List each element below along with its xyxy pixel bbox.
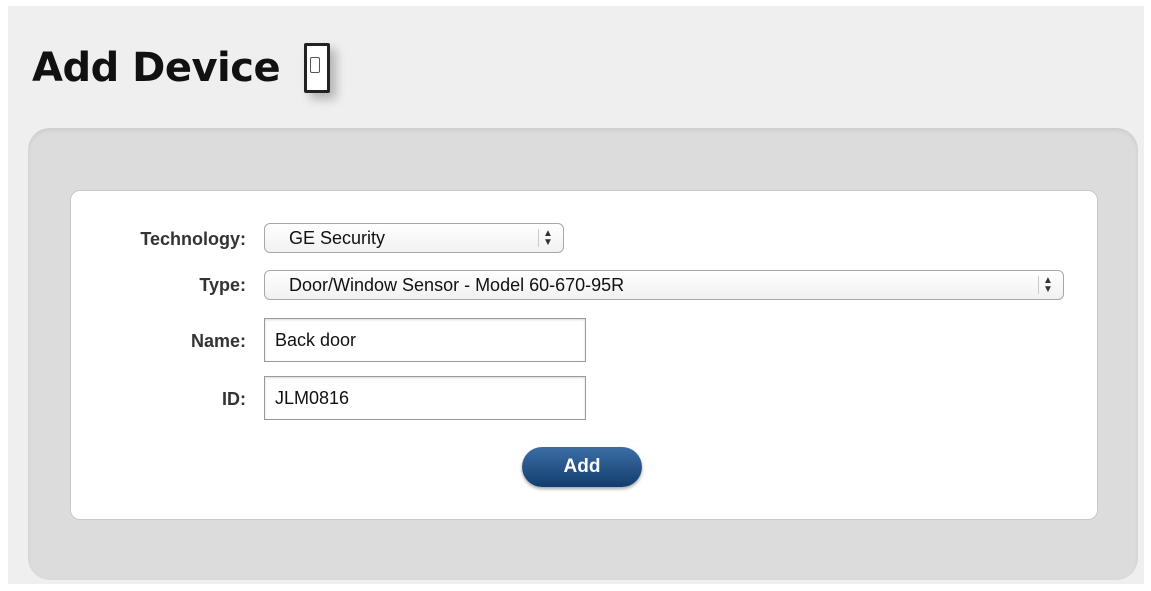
page-title: Add Device <box>32 45 281 91</box>
select-arrows-icon: ▲ ▼ <box>1038 276 1057 295</box>
name-label: Name: <box>190 331 246 351</box>
add-button[interactable]: Add <box>522 447 642 487</box>
id-field[interactable]: JLM0816 <box>264 376 586 420</box>
technology-select-value: GE Security <box>289 227 386 248</box>
name-field-value: Back door <box>275 329 357 350</box>
id-field-value: JLM0816 <box>275 387 350 408</box>
name-field[interactable]: Back door <box>264 318 586 362</box>
door-icon <box>298 39 334 97</box>
type-select-value: Door/Window Sensor - Model 60-670-95R <box>289 274 625 295</box>
technology-select[interactable]: GE Security ▲ ▼ <box>264 223 564 253</box>
page-header: Add Device <box>32 38 334 98</box>
type-label: Type: <box>199 275 246 295</box>
technology-label: Technology: <box>140 229 246 249</box>
id-label: ID: <box>222 389 246 409</box>
type-select[interactable]: Door/Window Sensor - Model 60-670-95R ▲ ▼ <box>264 270 1064 300</box>
select-arrows-icon: ▲ ▼ <box>538 229 557 248</box>
